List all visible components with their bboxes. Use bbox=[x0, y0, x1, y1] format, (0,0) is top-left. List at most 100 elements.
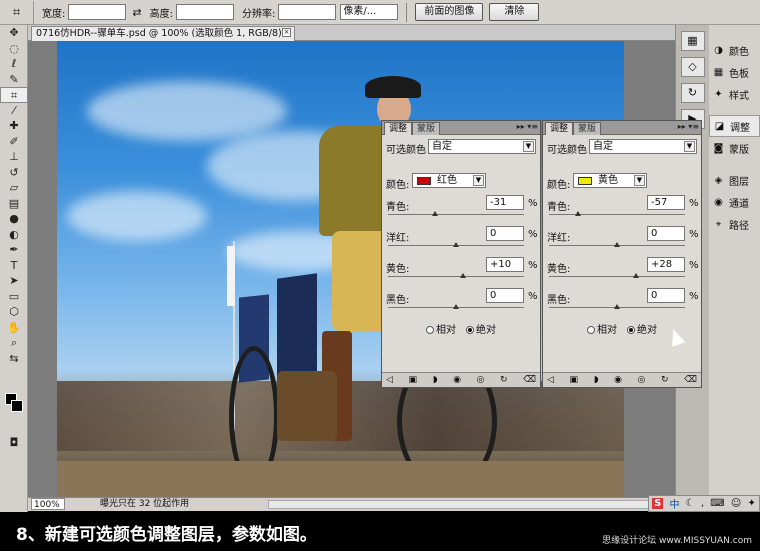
view-previous-icon[interactable]: ◎ bbox=[638, 375, 646, 385]
move-tool-icon[interactable]: ✥ bbox=[0, 25, 28, 41]
lasso-tool-icon[interactable]: ℓ bbox=[0, 56, 28, 72]
slider-thumb[interactable] bbox=[614, 242, 620, 247]
slider-track[interactable] bbox=[549, 214, 685, 215]
preset-select[interactable]: 自定 ▼ bbox=[589, 139, 697, 154]
zoom-tool-icon[interactable]: ⌕ bbox=[0, 335, 28, 351]
absolute-radio[interactable]: 绝对 bbox=[627, 321, 657, 336]
hand-tool-icon[interactable]: ✋ bbox=[0, 320, 28, 336]
slider-thumb[interactable] bbox=[453, 242, 459, 247]
dodge-tool-icon[interactable]: ◐ bbox=[0, 227, 28, 243]
slider-thumb[interactable] bbox=[575, 211, 582, 216]
slider-value-input[interactable]: -57 bbox=[647, 195, 685, 210]
ime-tools-icon[interactable]: ✦ bbox=[747, 498, 755, 509]
navigator-icon[interactable]: ◇ bbox=[680, 57, 705, 77]
slider-track[interactable] bbox=[388, 276, 524, 277]
blur-tool-icon[interactable]: ● bbox=[0, 211, 28, 227]
panel-paths[interactable]: ⌖ 路径 bbox=[709, 213, 760, 235]
zoom-field[interactable]: 100% bbox=[31, 498, 65, 510]
history-brush-tool-icon[interactable]: ↺ bbox=[0, 165, 28, 181]
tab-adjustments[interactable]: 调整 bbox=[384, 122, 413, 135]
layer-icon[interactable]: ▣ bbox=[570, 375, 579, 385]
histogram-icon[interactable]: ▦ bbox=[680, 31, 705, 51]
healing-tool-icon[interactable]: ✚ bbox=[0, 118, 28, 134]
tab-masks[interactable]: 蒙版 bbox=[412, 122, 441, 135]
slider-thumb[interactable] bbox=[453, 304, 459, 309]
type-tool-icon[interactable]: T bbox=[0, 258, 28, 274]
brush-tool-icon[interactable]: ✐ bbox=[0, 134, 28, 150]
color-select[interactable]: 黄色 ▼ bbox=[573, 173, 647, 188]
clear-button[interactable]: 清除 bbox=[489, 3, 540, 21]
slider-thumb[interactable] bbox=[431, 211, 438, 216]
close-tab-icon[interactable]: × bbox=[282, 28, 291, 37]
back-icon[interactable]: ◁ bbox=[547, 375, 554, 385]
clip-icon[interactable]: ◗ bbox=[594, 375, 599, 385]
view-previous-icon[interactable]: ◎ bbox=[477, 375, 485, 385]
reset-icon[interactable]: ↻ bbox=[661, 375, 669, 385]
quick-mask-icon[interactable]: ◘ bbox=[0, 435, 28, 451]
stamp-tool-icon[interactable]: ⊥ bbox=[0, 149, 28, 165]
slider-thumb[interactable] bbox=[633, 273, 640, 278]
ime-punct-icon[interactable]: , bbox=[701, 498, 704, 509]
clip-icon[interactable]: ◗ bbox=[433, 375, 438, 385]
horizontal-scrollbar[interactable] bbox=[268, 500, 668, 509]
slider-value-input[interactable]: 0 bbox=[486, 288, 524, 303]
absolute-radio[interactable]: 绝对 bbox=[466, 321, 496, 336]
visibility-icon[interactable]: ◉ bbox=[453, 375, 461, 385]
slider-value-input[interactable]: 0 bbox=[486, 226, 524, 241]
slider-thumb[interactable] bbox=[459, 273, 466, 278]
reset-icon[interactable]: ↻ bbox=[500, 375, 508, 385]
visibility-icon[interactable]: ◉ bbox=[614, 375, 622, 385]
ime-user-icon[interactable]: ☺ bbox=[731, 498, 741, 509]
panel-styles[interactable]: ✦ 样式 bbox=[709, 83, 760, 105]
shape-tool-icon[interactable]: ▭ bbox=[0, 289, 28, 305]
swap-icon[interactable]: ⇄ bbox=[132, 6, 141, 19]
panel-menu-icon[interactable]: ▸▸ ▾≡ bbox=[517, 122, 538, 131]
panel-swatches[interactable]: ▦ 色板 bbox=[709, 61, 760, 83]
panel-adjustments[interactable]: ◪ 调整 bbox=[709, 115, 760, 137]
document-tab[interactable]: 0716仿HDR--骤单车.psd @ 100% (选取颜色 1, RGB/8)… bbox=[31, 26, 295, 41]
relative-radio[interactable]: 相对 bbox=[426, 321, 456, 336]
tab-adjustments[interactable]: 调整 bbox=[545, 122, 574, 135]
tab-masks[interactable]: 蒙版 bbox=[573, 122, 602, 135]
resolution-unit-select[interactable]: 像素/... bbox=[340, 4, 399, 20]
crop-icon[interactable]: ⌗ bbox=[0, 0, 34, 24]
panel-masks[interactable]: ◙ 蒙版 bbox=[709, 137, 760, 159]
panel-layers[interactable]: ◈ 图层 bbox=[709, 169, 760, 191]
slider-value-input[interactable]: +10 bbox=[486, 257, 524, 272]
background-color-swatch[interactable] bbox=[11, 400, 23, 412]
width-input[interactable] bbox=[68, 4, 127, 20]
slider-track[interactable] bbox=[388, 214, 524, 215]
color-select[interactable]: 红色 ▼ bbox=[412, 173, 486, 188]
layer-icon[interactable]: ▣ bbox=[409, 375, 418, 385]
slider-value-input[interactable]: -31 bbox=[486, 195, 524, 210]
ime-moon-icon[interactable]: ☾ bbox=[686, 498, 695, 509]
height-input[interactable] bbox=[175, 4, 234, 20]
panel-channels[interactable]: ◉ 通道 bbox=[709, 191, 760, 213]
relative-radio[interactable]: 相对 bbox=[587, 321, 617, 336]
panel-color[interactable]: ◑ 颜色 bbox=[709, 39, 760, 61]
trash-icon[interactable]: ⌫ bbox=[684, 375, 697, 385]
crop-tool-icon[interactable]: ⌗ bbox=[0, 87, 28, 103]
eraser-tool-icon[interactable]: ▱ bbox=[0, 180, 28, 196]
slider-thumb[interactable] bbox=[614, 304, 620, 309]
history-icon[interactable]: ↻ bbox=[680, 83, 705, 103]
3d-tool-icon[interactable]: ⬡ bbox=[0, 304, 28, 320]
ime-s-icon[interactable]: S bbox=[652, 498, 664, 509]
back-icon[interactable]: ◁ bbox=[386, 375, 393, 385]
gradient-tool-icon[interactable]: ▤ bbox=[0, 196, 28, 212]
slider-value-input[interactable]: 0 bbox=[647, 226, 685, 241]
trash-icon[interactable]: ⌫ bbox=[523, 375, 536, 385]
eyedropper-tool-icon[interactable]: ⁄ bbox=[0, 103, 28, 119]
front-image-button[interactable]: 前面的图像 bbox=[415, 3, 484, 21]
panel-menu-icon[interactable]: ▸▸ ▾≡ bbox=[678, 122, 699, 131]
ime-zh-icon[interactable]: 中 bbox=[669, 496, 679, 511]
slider-value-input[interactable]: 0 bbox=[647, 288, 685, 303]
resolution-input[interactable] bbox=[278, 4, 337, 20]
pen-tool-icon[interactable]: ✒ bbox=[0, 242, 28, 258]
color-swap-icon[interactable]: ⇆ bbox=[0, 351, 28, 367]
ime-keyboard-icon[interactable]: ⌨ bbox=[710, 498, 724, 509]
slider-track[interactable] bbox=[549, 276, 685, 277]
path-select-tool-icon[interactable]: ➤ bbox=[0, 273, 28, 289]
preset-select[interactable]: 自定 ▼ bbox=[428, 139, 536, 154]
slider-value-input[interactable]: +28 bbox=[647, 257, 685, 272]
